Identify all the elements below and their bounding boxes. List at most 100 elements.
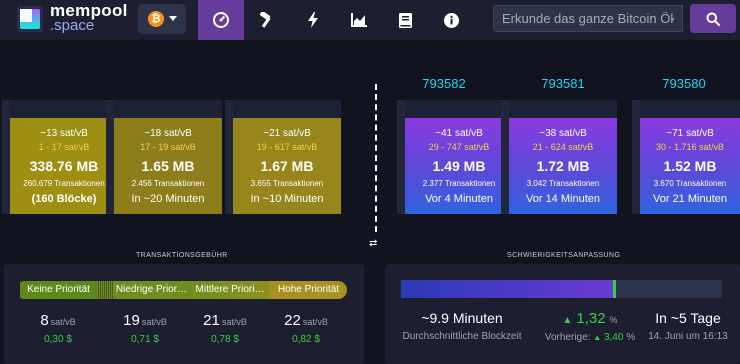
chevron-down-icon [169,16,177,21]
block-fee-range: 30 - 1.716 sat/vB [655,142,725,152]
up-arrow-icon: ▲ [562,315,573,326]
block-eta: (160 Blöcke) [31,193,97,205]
block-fee-range: 19 - 617 sat/vB [256,142,318,152]
priority-medium-label: Mittlere Priori… [190,281,270,299]
difficulty-change-stat: ▲ 1,32 % Vorherige: ▲ 3,40 % [535,310,645,343]
fee-value: 19 [123,312,140,329]
block-height-link[interactable]: 793580 [630,76,738,91]
priority-gap [97,281,113,299]
swap-arrows-icon[interactable]: ⇄ [369,238,377,249]
nav-docs[interactable] [382,0,428,40]
info-icon [443,12,459,28]
block-median-fee: ~71 sat/vB [666,128,714,139]
mempool-block[interactable]: ~21 sat/vB 19 - 617 sat/vB 1.67 MB 3.655… [225,100,341,214]
difficulty-change-unit: % [609,315,618,325]
nav-lightning[interactable] [290,0,336,40]
block-tx-count: 2.377 Transaktionen [422,179,496,188]
priority-high-label: Hohe Priorität [270,281,347,299]
block-height-link[interactable]: 793581 [509,76,617,91]
fee-value: 8 [40,312,49,329]
block-tx-count: 3.670 Transaktionen [653,179,727,188]
fee-usd: 0,30 $ [44,334,72,345]
mempool-logo-icon[interactable] [16,5,44,33]
previous-change-value: 3,40 [603,332,624,343]
block-tx-count: 3.042 Transaktionen [526,179,600,188]
block-height-link[interactable]: 793582 [390,76,498,91]
fee-unit: sat/vB [141,317,167,327]
difficulty-progress-fill [401,280,613,298]
nav-dashboard[interactable] [198,0,244,40]
block-age: Vor 14 Minuten [526,193,600,205]
fee-estimate-low: 19 sat/vB 0,71 $ [105,312,185,345]
chart-icon [351,13,367,27]
fee-unit: sat/vB [302,317,328,327]
previous-change-unit: % [626,332,636,343]
fee-unit: sat/vB [221,317,247,327]
network-selector[interactable]: ₿ [138,4,186,34]
difficulty-progress-marker [613,280,616,298]
difficulty-eta-stat: In ~5 Tage 14. Juni um 16:13 [640,310,736,342]
block-fee-range: 21 - 624 sat/vB [532,142,594,152]
difficulty-section-title: SCHWIERIGKEITSANPASSUNG [507,252,621,259]
previous-label: Vorherige: [544,332,591,343]
block-size: 1.65 MB [141,158,195,174]
avg-blocktime-stat: ~9.9 Minuten Durchschnittliche Blockzeit [402,310,522,342]
block-age: Vor 21 Minuten [653,193,727,205]
block-tx-count: 2.456 Transaktionen [131,179,205,188]
fee-value: 22 [284,312,301,329]
block-median-fee: ~18 sat/vB [144,128,192,139]
difficulty-change-value: 1,32 [576,310,606,327]
fee-usd: 0,78 $ [211,334,239,345]
mempool-block[interactable]: ~18 sat/vB 17 - 19 sat/vB 1.65 MB 2.456 … [106,100,222,214]
logo-line2: .space [50,17,95,34]
nav-graphs[interactable] [336,0,382,40]
mempool-chain-divider [375,84,377,232]
mined-block[interactable]: ~41 sat/vB 29 - 747 sat/vB 1.49 MB 2.377… [397,100,513,214]
difficulty-eta-value: In ~5 Tage [655,310,721,326]
book-icon [398,12,412,28]
difficulty-progress-bar [401,280,722,298]
priority-bar: Keine Priorität Niedrige Prior… Mittlere… [20,281,347,299]
fee-value: 21 [203,312,220,329]
block-age: Vor 4 Minuten [425,193,493,205]
nav-mining[interactable] [244,0,290,40]
mined-block[interactable]: ~71 sat/vB 30 - 1.716 sat/vB 1.52 MB 3.6… [632,100,740,214]
priority-none-label: Keine Priorität [20,281,97,299]
block-tx-count: 3.655 Transaktionen [250,179,324,188]
avg-blocktime-label: Durchschnittliche Blockzeit [402,331,522,342]
block-median-fee: ~21 sat/vB [263,128,311,139]
nav-about[interactable] [428,0,474,40]
mempool-block[interactable]: ~13 sat/vB 1 - 17 sat/vB 338.76 MB 260.6… [2,100,118,214]
block-fee-range: 1 - 17 sat/vB [38,142,90,152]
search-input[interactable] [493,5,683,32]
lightning-icon [308,12,318,28]
block-tx-count: 260.679 Transaktionen [23,179,105,188]
top-navbar: mempool .space ₿ [0,0,740,40]
block-size: 1.52 MB [663,158,717,174]
dashboard-gauge-icon [213,12,229,28]
block-median-fee: ~41 sat/vB [435,128,483,139]
mined-block[interactable]: ~38 sat/vB 21 - 624 sat/vB 1.72 MB 3.042… [501,100,617,214]
block-size: 1.72 MB [536,158,590,174]
search-button[interactable] [690,4,736,33]
block-size: 1.49 MB [432,158,486,174]
fee-usd: 0,71 $ [131,334,159,345]
logo-text[interactable]: mempool .space [50,1,128,34]
block-median-fee: ~13 sat/vB [40,128,88,139]
avg-blocktime-value: ~9.9 Minuten [421,310,503,326]
block-eta: In ~10 Minuten [250,193,324,205]
block-fee-range: 17 - 19 sat/vB [140,142,196,152]
fee-usd: 0,82 $ [292,334,320,345]
previous-arrow-icon: ▲ [593,333,602,342]
block-size: 1.67 MB [260,158,314,174]
fee-estimate-medium: 21 sat/vB 0,78 $ [185,312,265,345]
fee-estimate-high: 22 sat/vB 0,82 $ [266,312,346,345]
search-icon [706,12,720,26]
logo-line1: mempool [50,1,128,20]
hammer-icon [259,12,271,28]
block-median-fee: ~38 sat/vB [539,128,587,139]
bitcoin-icon: ₿ [148,11,164,27]
fee-estimate-none: 8 sat/vB 0,30 $ [18,312,98,345]
fee-unit: sat/vB [50,317,76,327]
block-fee-range: 29 - 747 sat/vB [428,142,490,152]
